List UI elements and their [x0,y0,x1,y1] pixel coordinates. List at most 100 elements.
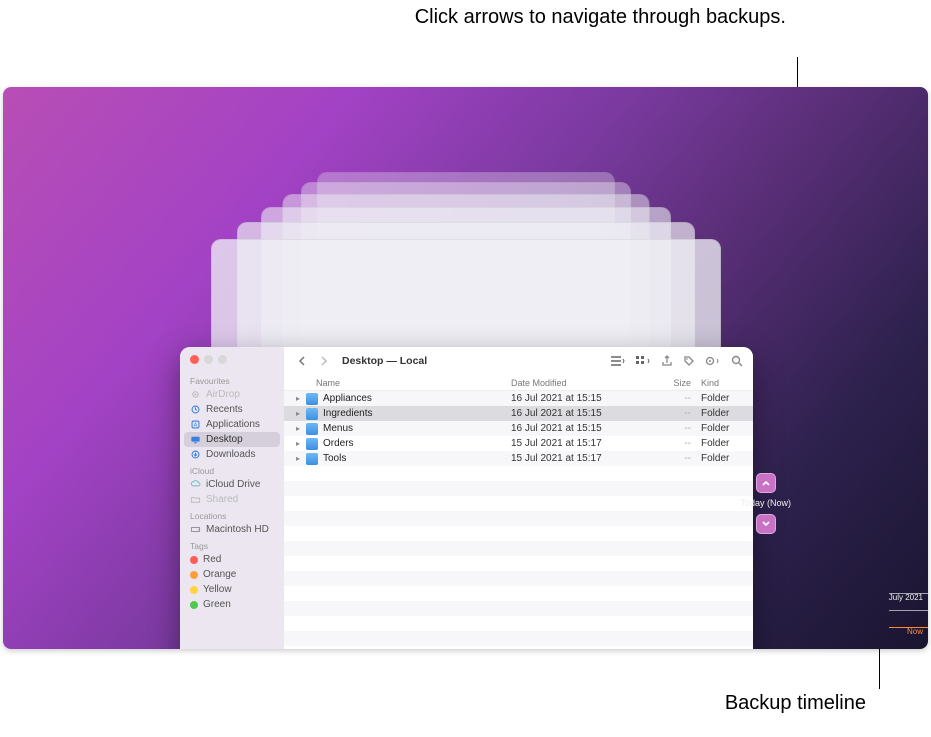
column-kind: Kind [691,378,741,388]
annotation-arrows: Click arrows to navigate through backups… [415,5,786,30]
forward-button[interactable] [314,352,332,370]
folder-icon [306,408,318,420]
sidebar: Favourites AirDrop Recents A Application… [180,347,284,649]
sidebar-item-label: Orange [203,569,236,580]
backup-prev-arrow[interactable] [756,473,776,493]
sidebar-item-label: Shared [206,494,238,505]
table-row[interactable]: ▸Appliances16 Jul 2021 at 15:15--Folder [284,391,753,406]
file-modified: 16 Jul 2021 at 15:15 [511,408,641,419]
sidebar-item-macintosh-hd[interactable]: Macintosh HD [180,522,284,537]
sidebar-section-locations: Locations [180,507,284,522]
sidebar-item-applications[interactable]: A Applications [180,417,284,432]
file-kind: Folder [691,393,741,404]
file-kind: Folder [691,438,741,449]
tag-dot-icon [190,601,198,609]
sidebar-item-icloud-drive[interactable]: iCloud Drive [180,477,284,492]
file-kind: Folder [691,408,741,419]
tag-button[interactable] [683,352,695,370]
sidebar-tag-red[interactable]: Red [180,552,284,567]
backup-next-arrow[interactable] [756,514,776,534]
sidebar-tag-green[interactable]: Green [180,597,284,612]
table-row-empty [284,616,753,631]
table-row[interactable]: ▸Tools15 Jul 2021 at 15:17--Folder [284,451,753,466]
sidebar-item-label: Yellow [203,584,232,595]
table-row-empty [284,601,753,616]
disclosure-triangle-icon[interactable]: ▸ [296,394,304,403]
folder-icon [306,393,318,405]
toolbar: Desktop — Local [284,347,753,375]
downloads-icon [190,449,201,460]
file-size: -- [641,423,691,434]
view-list-button[interactable] [609,352,625,370]
sidebar-tag-yellow[interactable]: Yellow [180,582,284,597]
action-button[interactable] [705,352,721,370]
table-row-empty [284,631,753,646]
file-name: Menus [323,423,511,434]
file-size: -- [641,408,691,419]
sidebar-item-recents[interactable]: Recents [180,402,284,417]
desktop-background: Favourites AirDrop Recents A Application… [3,87,928,649]
timeline-tick-now: Now [889,627,928,636]
disclosure-triangle-icon[interactable]: ▸ [296,409,304,418]
table-row-empty [284,466,753,481]
file-name: Orders [323,438,511,449]
sidebar-item-desktop[interactable]: Desktop [184,432,280,447]
backup-timeline[interactable]: July 2021 Now [889,593,928,644]
sidebar-item-label: iCloud Drive [206,479,260,490]
disclosure-triangle-icon[interactable]: ▸ [296,439,304,448]
sidebar-item-label: Downloads [206,449,255,460]
column-name: Name [296,378,511,388]
file-size: -- [641,393,691,404]
sidebar-item-label: Recents [206,404,243,415]
table-row[interactable]: ▸Ingredients16 Jul 2021 at 15:15--Folder [284,406,753,421]
sidebar-item-label: Macintosh HD [206,524,269,535]
sidebar-item-label: Green [203,599,231,610]
timeline-tick: July 2021 [889,593,928,602]
table-row-empty [284,541,753,556]
zoom-window-button [218,355,227,364]
table-row[interactable]: ▸Menus16 Jul 2021 at 15:15--Folder [284,421,753,436]
column-headers[interactable]: Name Date Modified Size Kind [284,375,753,391]
disclosure-triangle-icon[interactable]: ▸ [296,424,304,433]
shared-folder-icon [190,494,201,505]
sidebar-item-label: AirDrop [206,389,240,400]
tag-dot-icon [190,571,198,579]
table-row-empty [284,526,753,541]
folder-icon [306,423,318,435]
content-pane: Desktop — Local Name Date Modified Size … [284,347,753,649]
sidebar-section-tags: Tags [180,537,284,552]
table-row-empty [284,481,753,496]
cloud-icon [190,479,201,490]
finder-window: Favourites AirDrop Recents A Application… [180,347,753,649]
tag-dot-icon [190,556,198,564]
sidebar-item-downloads[interactable]: Downloads [180,447,284,462]
annotation-timeline: Backup timeline [725,692,866,715]
file-name: Appliances [323,393,511,404]
table-row-empty [284,571,753,586]
close-window-button[interactable] [190,355,199,364]
table-row-empty [284,586,753,601]
table-row[interactable]: ▸Orders15 Jul 2021 at 15:17--Folder [284,436,753,451]
file-size: -- [641,453,691,464]
airdrop-icon [190,389,201,400]
folder-icon [306,438,318,450]
sidebar-item-label: Red [203,554,221,565]
disk-icon [190,524,201,535]
search-button[interactable] [731,352,743,370]
disclosure-triangle-icon[interactable]: ▸ [296,454,304,463]
column-modified: Date Modified [511,378,641,388]
minimize-window-button [204,355,213,364]
sidebar-item-shared: Shared [180,492,284,507]
share-button[interactable] [661,352,673,370]
folder-icon [306,453,318,465]
file-name: Tools [323,453,511,464]
sidebar-tag-orange[interactable]: Orange [180,567,284,582]
backup-nav: Today (Now) [740,473,791,539]
backup-current-label: Today (Now) [740,498,791,508]
file-modified: 15 Jul 2021 at 15:17 [511,438,641,449]
view-icon-button[interactable] [635,352,651,370]
sidebar-item-airdrop: AirDrop [180,387,284,402]
back-button[interactable] [294,352,312,370]
tag-dot-icon [190,586,198,594]
table-row-empty [284,511,753,526]
